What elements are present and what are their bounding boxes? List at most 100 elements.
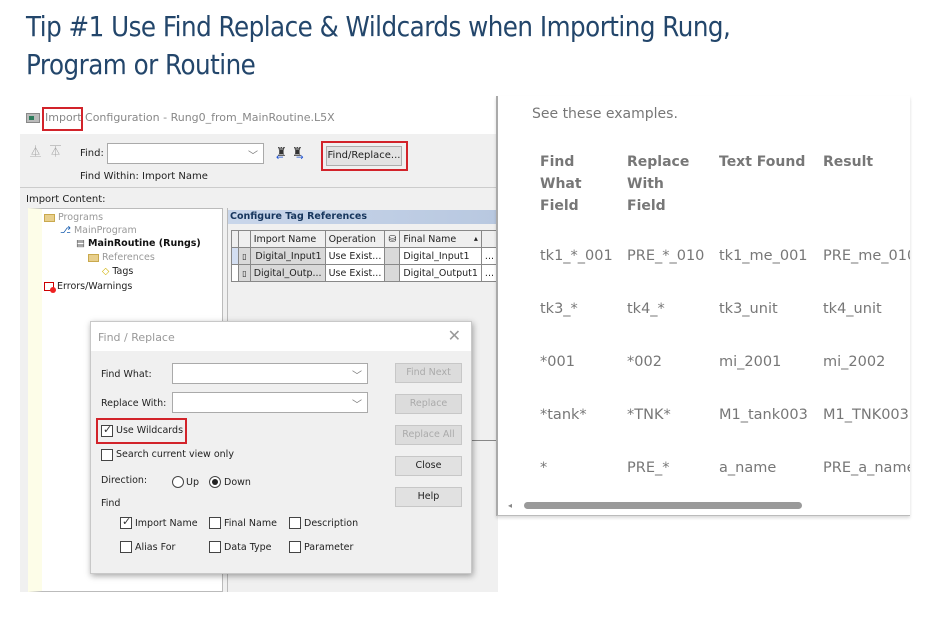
- find-input[interactable]: ﹀: [107, 143, 264, 164]
- import-name-cell: Digital_Outp...: [249, 264, 326, 282]
- found-cell: tk1_me_001: [719, 248, 808, 264]
- chevron-down-icon[interactable]: ﹀: [352, 396, 362, 411]
- scroll-left-icon[interactable]: ◂: [508, 501, 512, 510]
- parameter-checkbox[interactable]: [289, 541, 301, 553]
- replace-cell: *002: [627, 354, 662, 370]
- chevron-down-icon[interactable]: ﹀: [248, 147, 258, 162]
- scrollbar-thumb[interactable]: [524, 502, 802, 509]
- operation-cell[interactable]: Use Exist...: [324, 264, 386, 282]
- replace-with-combo[interactable]: ﹀: [172, 392, 368, 413]
- find-within-label: Find Within: Import Name: [80, 171, 208, 182]
- row-select-cell[interactable]: [230, 247, 240, 265]
- table-row[interactable]: ▯ Digital_Input1 Use Exist... Digital_In…: [230, 247, 499, 265]
- table-row[interactable]: ▯ Digital_Outp... Use Exist... Digital_O…: [230, 264, 499, 282]
- dialog-title: Find / Replace: [98, 331, 175, 344]
- import-highlight-box: [42, 107, 83, 131]
- lock-cell: [384, 264, 401, 282]
- header-result: Result: [823, 154, 874, 170]
- tree-item-label: Tags: [112, 266, 134, 277]
- direction-down-label: Down: [224, 477, 251, 488]
- final-name-checkbox[interactable]: [209, 517, 221, 529]
- found-cell: M1_tank003: [719, 407, 808, 423]
- header-line: What: [540, 176, 582, 192]
- final-name-cell[interactable]: Digital_Input1: [399, 247, 482, 265]
- tree-item-tags[interactable]: ◇ Tags: [102, 266, 133, 277]
- tree-item-mainprogram[interactable]: ⎇ MainProgram: [60, 225, 137, 236]
- result-cell: M1_TNK003: [823, 407, 909, 423]
- slide-title-line-2: Program or Routine: [26, 48, 256, 81]
- direction-up-label: Up: [186, 477, 199, 488]
- slide-title: Tip #1 Use Find Replace & Wildcards when…: [26, 8, 906, 84]
- find-cell: *: [540, 460, 548, 476]
- window-title: Import Configuration - Rung0_from_MainRo…: [45, 111, 335, 124]
- column-header-final-name[interactable]: Final Name ▴: [399, 230, 482, 248]
- app-icon: [26, 113, 40, 123]
- operation-cell[interactable]: Use Exist...: [324, 247, 386, 265]
- replace-button[interactable]: Replace: [395, 394, 462, 414]
- header-line: With: [627, 176, 664, 192]
- import-name-checkbox[interactable]: [120, 515, 132, 529]
- replace-all-button[interactable]: Replace All: [395, 425, 462, 445]
- header-replace-with-field: Replace With Field: [627, 151, 689, 217]
- table-header-row: Import Name Operation ⛁ Final Name ▴: [230, 230, 499, 248]
- description-label: Description: [304, 518, 359, 529]
- parameter-label: Parameter: [304, 542, 354, 553]
- use-wildcards-checkbox[interactable]: [101, 423, 113, 437]
- search-current-view-checkbox[interactable]: [101, 449, 113, 461]
- direction-up-radio[interactable]: [172, 476, 184, 488]
- header-text-found: Text Found: [719, 154, 806, 170]
- tree-item-label: References: [102, 252, 155, 263]
- tree-item-programs[interactable]: Programs: [44, 212, 103, 223]
- result-cell: PRE_a_name: [823, 460, 910, 476]
- row-select-cell[interactable]: [230, 264, 240, 282]
- import-content-label: Import Content:: [26, 194, 106, 205]
- header-find-what-field: Find What Field: [540, 151, 582, 217]
- found-cell: tk3_unit: [719, 301, 778, 317]
- column-header-operation[interactable]: Operation: [324, 230, 386, 248]
- tag-icon: ◇: [102, 266, 110, 277]
- folder-icon: [88, 253, 99, 262]
- final-name-label: Final Name: [224, 518, 277, 529]
- replace-cell: tk4_*: [627, 301, 665, 317]
- wildcard-examples-panel: See these examples. Find What Field Repl…: [496, 96, 910, 516]
- chevron-down-icon[interactable]: ﹀: [352, 367, 362, 382]
- find-next-button[interactable]: Find Next: [395, 363, 462, 383]
- replace-cell: PRE_*: [627, 460, 670, 476]
- find-replace-dialog: Find / Replace ✕ Find What: ﹀ Replace Wi…: [90, 321, 472, 574]
- direction-down-radio[interactable]: [209, 476, 221, 488]
- replace-cell: *TNK*: [627, 407, 671, 423]
- result-cell: tk4_unit: [823, 301, 882, 317]
- close-icon[interactable]: ✕: [448, 326, 461, 345]
- routine-icon: ▤: [76, 238, 85, 249]
- result-cell: PRE_me_010: [823, 248, 910, 264]
- find-next-icon[interactable]: ♜ →: [292, 145, 304, 163]
- tree-item-errors-warnings[interactable]: Errors/Warnings: [44, 281, 132, 293]
- dialog-titlebar: Find / Replace ✕: [91, 322, 471, 351]
- description-checkbox[interactable]: [289, 517, 301, 529]
- import-name-cell: Digital_Input1: [249, 247, 326, 265]
- close-button[interactable]: Close: [395, 456, 462, 476]
- examples-intro: See these examples.: [532, 106, 678, 122]
- find-previous-icon[interactable]: ♜ ←: [276, 145, 287, 163]
- find-cell: tk1_*_001: [540, 248, 613, 264]
- replace-cell: PRE_*_010: [627, 248, 705, 264]
- tree-item-mainroutine[interactable]: ▤ MainRoutine (Rungs): [76, 238, 201, 249]
- tree-item-references[interactable]: References: [88, 252, 155, 263]
- find-cell: *tank*: [540, 407, 587, 423]
- tree-item-label: MainProgram: [73, 225, 137, 236]
- final-name-cell[interactable]: Digital_Output1: [399, 264, 482, 282]
- data-type-checkbox[interactable]: [209, 541, 221, 553]
- column-header-import-name[interactable]: Import Name: [249, 230, 326, 248]
- expand-icon[interactable]: ⏄: [50, 146, 62, 158]
- collapse-icon[interactable]: ⏅: [30, 146, 42, 158]
- find-what-combo[interactable]: ﹀: [172, 363, 368, 384]
- find-replace-highlight-box: [321, 141, 408, 171]
- window-titlebar: Import Configuration - Rung0_from_MainRo…: [20, 104, 498, 134]
- alias-for-checkbox[interactable]: [120, 541, 132, 553]
- column-header-lock-icon[interactable]: ⛁: [384, 230, 401, 248]
- horizontal-scrollbar[interactable]: ◂: [508, 500, 910, 510]
- header-line: Replace: [627, 154, 690, 170]
- folder-icon: [44, 213, 55, 222]
- help-button[interactable]: Help: [395, 487, 462, 507]
- find-what-label: Find What:: [101, 369, 152, 380]
